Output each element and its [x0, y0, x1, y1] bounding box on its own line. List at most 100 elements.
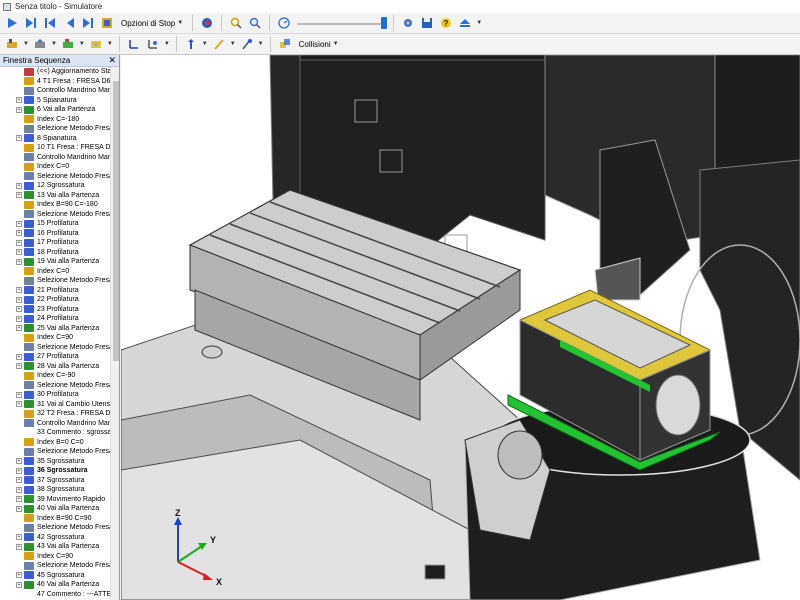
sequence-item[interactable]: Index C=-90 — [0, 371, 110, 381]
machine-view-icon[interactable] — [4, 36, 20, 52]
rewind-icon[interactable] — [61, 15, 77, 31]
play-icon[interactable] — [4, 15, 20, 31]
sequence-item[interactable]: +31 Vai al Cambio Utensile — [0, 400, 110, 410]
sequence-item[interactable]: +36 Sgrossatura — [0, 466, 110, 476]
expand-icon[interactable]: + — [16, 543, 22, 550]
expand-icon[interactable]: + — [16, 239, 22, 246]
sequence-item[interactable]: Index C=-180 — [0, 115, 110, 125]
vertical-scrollbar[interactable] — [110, 67, 119, 600]
expand-icon[interactable]: + — [16, 258, 22, 265]
sequence-item[interactable]: Index C=0 — [0, 267, 110, 277]
sequence-item[interactable]: +30 Profilatura — [0, 390, 110, 400]
chevron-down-icon[interactable]: ▼ — [79, 41, 85, 47]
sequence-item[interactable]: +25 Vai alla Partenza — [0, 324, 110, 334]
expand-icon[interactable]: + — [16, 106, 22, 113]
sequence-item[interactable]: Index C=90 — [0, 333, 110, 343]
sequence-item[interactable]: +27 Profilatura — [0, 352, 110, 362]
expand-icon[interactable]: + — [16, 486, 22, 493]
sequence-item[interactable]: Index B=0 C=0 — [0, 438, 110, 448]
expand-icon[interactable]: + — [16, 182, 22, 189]
sequence-item[interactable]: +18 Profilatura — [0, 248, 110, 258]
expand-icon[interactable]: + — [16, 458, 22, 465]
sequence-item[interactable]: Selezione Metodo Fresatu — [0, 343, 110, 353]
expand-icon[interactable]: + — [16, 496, 22, 503]
help-icon[interactable]: ? — [438, 15, 454, 31]
tool-view-icon[interactable] — [32, 36, 48, 52]
axis-settings-icon[interactable] — [145, 36, 161, 52]
expand-icon[interactable]: + — [16, 325, 22, 332]
sequence-item[interactable]: (<<) Aggiornamento Staffe — [0, 67, 110, 77]
chevron-down-icon[interactable]: ▼ — [23, 41, 29, 47]
expand-icon[interactable]: + — [16, 572, 22, 579]
sequence-item[interactable]: Index B=90 C=90 — [0, 514, 110, 524]
eject-icon[interactable] — [457, 15, 473, 31]
simulation-viewport[interactable]: Z Y X — [121, 55, 800, 600]
sequence-item[interactable]: Selezione Metodo Fresatu — [0, 381, 110, 391]
sequence-item[interactable]: Controllo Mandrino Mandr — [0, 153, 110, 163]
chevron-down-icon[interactable]: ▼ — [230, 41, 236, 47]
expand-icon[interactable]: + — [16, 391, 22, 398]
sequence-item[interactable]: Selezione Metodo Fresatu — [0, 172, 110, 182]
record-icon[interactable] — [199, 15, 215, 31]
expand-icon[interactable]: + — [16, 192, 22, 199]
sequence-item[interactable]: +39 Movimento Rapido — [0, 495, 110, 505]
sequence-item[interactable]: +46 Vai alla Partenza — [0, 580, 110, 590]
expand-icon[interactable]: + — [16, 534, 22, 541]
sequence-item[interactable]: +17 Profilatura — [0, 238, 110, 248]
sequence-item[interactable]: +23 Profilatura — [0, 305, 110, 315]
expand-icon[interactable]: + — [16, 353, 22, 360]
sequence-item[interactable]: Selezione Metodo Fresatu — [0, 276, 110, 286]
sequence-item[interactable]: Selezione Metodo Fresatu — [0, 124, 110, 134]
sequence-item[interactable]: 33 Commento : sgrossatur — [0, 428, 110, 438]
sequence-item[interactable]: +40 Vai alla Partenza — [0, 504, 110, 514]
expand-icon[interactable]: + — [16, 467, 22, 474]
sequence-item[interactable]: +45 Sgrossatura — [0, 571, 110, 581]
sequence-item[interactable]: Selezione Metodo Fresatu — [0, 447, 110, 457]
slider-thumb[interactable] — [381, 17, 388, 29]
tool-path-icon[interactable] — [211, 36, 227, 52]
zoom-fit-icon[interactable] — [247, 15, 263, 31]
step-forward-icon[interactable] — [23, 15, 39, 31]
sequence-item[interactable]: +22 Profilatura — [0, 295, 110, 305]
expand-icon[interactable]: + — [16, 135, 22, 142]
close-icon[interactable]: ✕ — [108, 55, 116, 66]
sequence-item[interactable]: 4 T1 Fresa : FRESA D63 — [0, 77, 110, 87]
sequence-item[interactable]: +19 Vai alla Partenza — [0, 257, 110, 267]
chevron-down-icon[interactable]: ▼ — [476, 20, 482, 26]
sequence-item[interactable]: +6 Vai alla Partenza — [0, 105, 110, 115]
sequence-item[interactable]: Selezione Metodo Fresatu — [0, 523, 110, 533]
expand-icon[interactable]: + — [16, 363, 22, 370]
sequence-item[interactable]: +38 Sgrossatura — [0, 485, 110, 495]
sequence-item[interactable]: +28 Vai alla Partenza — [0, 362, 110, 372]
collisions-button[interactable]: Collisioni ▼ — [296, 36, 342, 52]
sequence-item[interactable]: Index B=90 C=-180 — [0, 200, 110, 210]
fixture-view-icon[interactable] — [88, 36, 104, 52]
sequence-item[interactable]: +43 Vai alla Partenza — [0, 542, 110, 552]
sequence-item[interactable]: +15 Profilatura — [0, 219, 110, 229]
sequence-item[interactable]: +13 Vai alla Partenza — [0, 191, 110, 201]
forward-end-icon[interactable] — [80, 15, 96, 31]
sequence-item[interactable]: +5 Spianatura — [0, 96, 110, 106]
sequence-item[interactable]: 32 T2 Fresa : FRESA D25 — [0, 409, 110, 419]
chevron-down-icon[interactable]: ▼ — [258, 41, 264, 47]
stop-options-button[interactable]: Opzioni di Stop ▼ — [118, 15, 186, 31]
axis-view-icon[interactable] — [126, 36, 142, 52]
sequence-item[interactable]: 47 Commento : ---ATTENZ — [0, 590, 110, 600]
sequence-item[interactable]: +8 Spianatura — [0, 134, 110, 144]
expand-icon[interactable]: + — [16, 477, 22, 484]
settings-icon[interactable] — [400, 15, 416, 31]
scrollbar-thumb[interactable] — [113, 81, 119, 361]
move-icon[interactable] — [183, 36, 199, 52]
expand-icon[interactable]: + — [16, 296, 22, 303]
zoom-icon[interactable] — [228, 15, 244, 31]
expand-icon[interactable]: + — [16, 230, 22, 237]
sequence-item[interactable]: +12 Sgrossatura — [0, 181, 110, 191]
expand-icon[interactable]: + — [16, 505, 22, 512]
expand-icon[interactable]: + — [16, 401, 22, 408]
chevron-down-icon[interactable]: ▼ — [107, 41, 113, 47]
chevron-down-icon[interactable]: ▼ — [51, 41, 57, 47]
expand-icon[interactable]: + — [16, 581, 22, 588]
expand-icon[interactable]: + — [16, 249, 22, 256]
expand-icon[interactable]: + — [16, 97, 22, 104]
sequence-item[interactable]: Controllo Mandrino Mandr — [0, 86, 110, 96]
